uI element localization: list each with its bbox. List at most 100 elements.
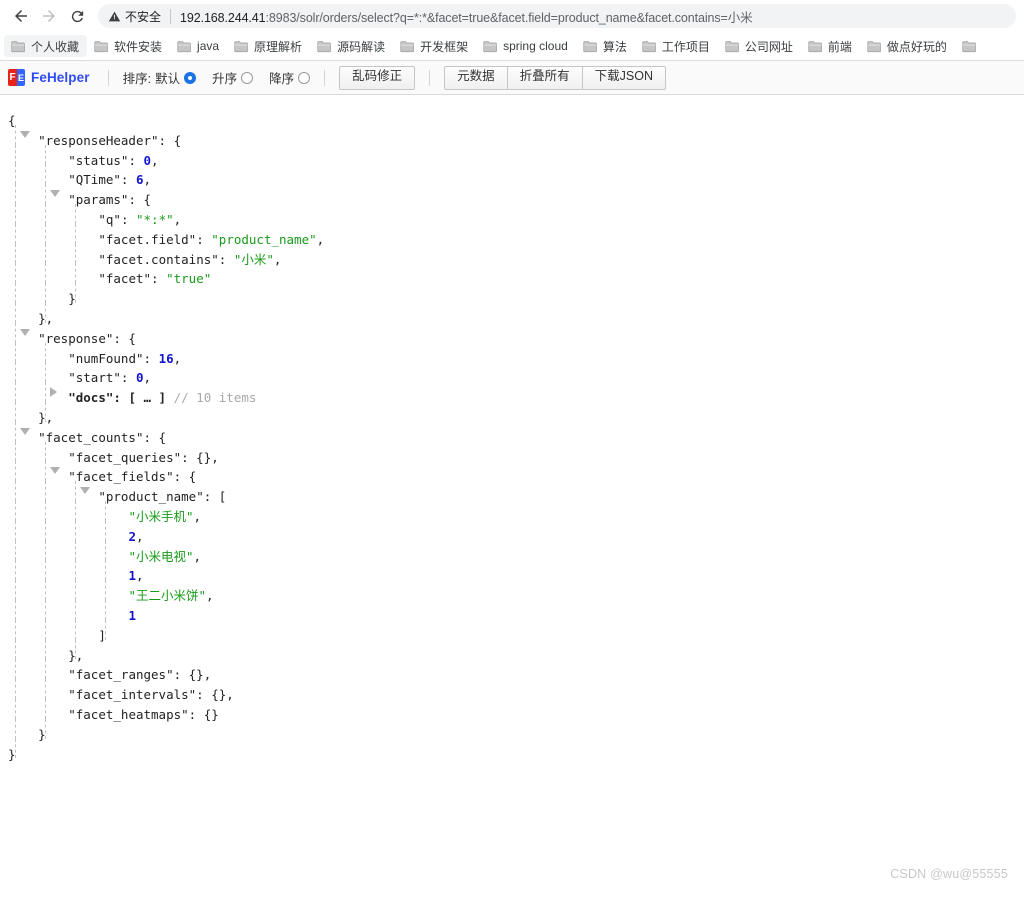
folder-icon: [808, 40, 822, 52]
fehelper-logo-icon: F E: [8, 69, 25, 86]
forward-button[interactable]: [36, 3, 62, 29]
bookmark-item[interactable]: 做点好玩的: [860, 35, 955, 57]
json-line: },: [8, 302, 1024, 326]
json-line: "numFound": 16,: [8, 342, 1024, 365]
bookmark-item[interactable]: java: [170, 35, 227, 57]
bookmark-item[interactable]: 开发框架: [393, 35, 476, 57]
json-line: }: [8, 738, 1024, 762]
action-button[interactable]: 下载JSON: [582, 65, 666, 90]
bookmark-label: 前端: [827, 39, 852, 54]
watermark: CSDN @wu@55555: [890, 867, 1008, 881]
action-button[interactable]: 元数据: [444, 65, 508, 90]
json-line: "QTime": 6,: [8, 164, 1024, 187]
url-host: 192.168.244.41: [180, 10, 266, 25]
logo-right-char: E: [17, 69, 25, 86]
bookmark-label: 算法: [602, 39, 627, 54]
json-line: }: [8, 283, 1024, 306]
url-text: 192.168.244.41:8983/solr/orders/select?q…: [180, 7, 753, 26]
arrow-right-icon: [43, 10, 55, 22]
folder-icon: [234, 40, 248, 52]
folder-icon: [725, 40, 739, 52]
sort-radio-label: 降序: [269, 72, 295, 86]
json-line: "q": "*:*",: [8, 203, 1024, 227]
bookmark-item[interactable]: 工作项目: [635, 35, 718, 57]
json-line: "facet.field": "product_name",: [8, 223, 1024, 247]
bookmark-item[interactable]: 软件安装: [87, 35, 170, 57]
radio-button-icon[interactable]: [298, 71, 311, 84]
bookmark-item[interactable]: 源码解读: [310, 35, 393, 57]
fehelper-toolbar: F E FeHelper 排序: 默认 升序 降序 乱码修正 元数据 折叠所有 下载JS…: [0, 61, 1024, 95]
bookmark-item[interactable]: 个人收藏: [4, 35, 88, 57]
bookmark-label: 开发框架: [420, 39, 469, 54]
json-line: {: [8, 105, 1024, 128]
sort-options: 默认 升序 降序: [155, 68, 311, 87]
bookmark-label: 软件安装: [114, 39, 163, 54]
json-line: "status": 0,: [8, 144, 1024, 167]
json-line: "params": {: [8, 184, 1024, 207]
sort-control-group: 排序: 默认 升序 降序: [123, 68, 311, 87]
security-label: 不安全: [125, 9, 162, 24]
bookmark-label: spring cloud: [503, 39, 568, 53]
folder-icon: [583, 40, 597, 52]
action-button[interactable]: 折叠所有: [507, 65, 583, 90]
json-line: "response": {: [8, 322, 1024, 346]
folder-icon: [642, 40, 656, 52]
json-punctuation: }: [8, 746, 16, 762]
reload-button[interactable]: [64, 3, 90, 29]
bookmark-label: java: [197, 39, 220, 53]
bookmark-label: 工作项目: [661, 39, 710, 54]
radio-button-icon[interactable]: [241, 71, 254, 84]
action-button-group: 元数据 折叠所有 下载JSON: [444, 65, 666, 90]
address-bar[interactable]: 不安全 192.168.244.41:8983/solr/orders/sele…: [98, 4, 1016, 28]
bookmarks-bar: 个人收藏 软件安装 java 原理解析 源码解读 开发框架 spring cloud 算法 工作…: [0, 32, 1024, 60]
logo-left-char: F: [8, 69, 17, 86]
json-line: "小米电视",: [8, 540, 1024, 563]
bookmark-item[interactable]: spring cloud: [476, 35, 576, 57]
json-line: "facet_intervals": {},: [8, 679, 1024, 702]
toolbar-divider-3: [429, 69, 431, 86]
sort-radio-option[interactable]: 升序: [212, 68, 254, 87]
folder-icon: [483, 40, 497, 52]
bookmark-item[interactable]: 算法: [576, 35, 635, 57]
url-path: :8983/solr/orders/select?q=*:*&facet=tru…: [265, 10, 753, 25]
back-button[interactable]: [8, 3, 34, 29]
bookmark-label: 原理解析: [254, 39, 303, 54]
sort-radio-option[interactable]: 降序: [269, 68, 311, 87]
radio-button-icon[interactable]: [184, 71, 197, 84]
fehelper-brand[interactable]: F E FeHelper: [8, 69, 90, 86]
json-line: "facet_fields": {: [8, 461, 1024, 484]
omnibox-divider: [170, 8, 172, 24]
json-line: ]: [8, 619, 1024, 643]
bookmark-item[interactable]: 前端: [801, 35, 860, 57]
bookmark-label: 做点好玩的: [886, 39, 947, 54]
bookmark-item[interactable]: 原理解析: [227, 35, 310, 57]
json-line: }: [8, 718, 1024, 742]
sort-radio-option[interactable]: 默认: [155, 68, 197, 87]
json-line: "小米手机",: [8, 500, 1024, 524]
bookmark-label: 源码解读: [337, 39, 386, 54]
json-viewer[interactable]: {"responseHeader": {"status": 0, "QTime":…: [0, 95, 1024, 762]
json-line: "facet_counts": {: [8, 421, 1024, 445]
bookmark-label: 公司网址: [744, 39, 793, 54]
fix-encoding-button[interactable]: 乱码修正: [339, 65, 416, 90]
browser-chrome: 不安全 192.168.244.41:8983/solr/orders/sele…: [0, 0, 1024, 61]
bookmark-item[interactable]: 公司网址: [718, 35, 801, 57]
security-chip[interactable]: 不安全: [108, 8, 161, 25]
json-line: 1: [8, 599, 1024, 623]
bookmark-item-overflow[interactable]: [955, 35, 985, 57]
